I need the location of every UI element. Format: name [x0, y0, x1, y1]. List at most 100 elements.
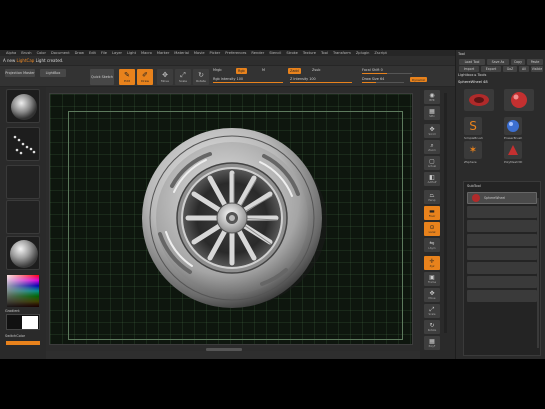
floor-button[interactable]: ▬ Floor — [424, 206, 440, 220]
subtool-item[interactable] — [467, 276, 537, 288]
menu-render[interactable]: Render — [251, 51, 264, 55]
subtool-item[interactable] — [467, 262, 537, 274]
menu-brush[interactable]: Brush — [21, 51, 31, 55]
standard-brush-icon — [11, 94, 37, 120]
zadd-toggle[interactable]: Zadd — [288, 68, 301, 74]
stroke-thumbnail[interactable] — [6, 127, 40, 161]
sphere-wheel-tool[interactable] — [504, 89, 534, 111]
subtool-title[interactable]: SubTool — [467, 184, 481, 188]
subtool-item[interactable] — [467, 206, 537, 218]
draw-size-slider[interactable]: Draw Size 64 — [362, 77, 404, 83]
rgb-toggle[interactable]: Rgb — [236, 68, 247, 74]
menu-layer[interactable]: Layer — [112, 51, 122, 55]
menu-alpha[interactable]: Alpha — [6, 51, 16, 55]
rotate-mode-button[interactable]: ↻ Rotate — [193, 69, 209, 85]
document-canvas[interactable] — [49, 93, 413, 345]
polyf-button[interactable]: ▦ PolyF — [424, 336, 440, 350]
texture-thumbnail[interactable] — [6, 200, 40, 234]
zoom-button[interactable]: ⌕ Zoom — [424, 140, 440, 154]
rgb-intensity-slider[interactable]: Rgb Intensity 100 — [213, 77, 283, 83]
rgb-intensity-label: Rgb Intensity 100 — [213, 77, 244, 81]
subtool-item[interactable] — [467, 220, 537, 232]
canvas-scrollbar[interactable] — [206, 348, 242, 351]
menu-color[interactable]: Color — [37, 51, 46, 55]
alternate-button[interactable] — [6, 341, 40, 345]
simple-brush-tool[interactable]: S — [464, 117, 482, 135]
edit-mode-button[interactable]: ✎ Edit — [119, 69, 135, 85]
eraser-brush-tool[interactable] — [504, 117, 522, 135]
scroll-button[interactable]: ✥ Scroll — [424, 124, 440, 138]
menu-macro[interactable]: Macro — [141, 51, 152, 55]
save-as-button[interactable]: Save As — [487, 59, 509, 65]
subtool-scrollbar[interactable] — [537, 198, 539, 348]
material-thumbnail[interactable] — [6, 236, 40, 270]
menu-movie[interactable]: Movie — [194, 51, 205, 55]
draw-mode-button[interactable]: ✐ Draw — [137, 69, 153, 85]
color-swatches[interactable] — [6, 314, 40, 330]
menu-zplugin[interactable]: Zplugin — [356, 51, 370, 55]
dynamic-toggle[interactable]: Dynamic — [410, 77, 428, 82]
lightbox-button[interactable]: LightBox — [40, 69, 66, 77]
menu-light[interactable]: Light — [127, 51, 136, 55]
bpr-button[interactable]: ◉ BPR — [424, 90, 440, 104]
menu-stencil[interactable]: Stencil — [269, 51, 281, 55]
local-button[interactable]: ⊙ Local — [424, 222, 440, 236]
projection-master-button[interactable]: Projection Master — [5, 69, 35, 77]
right-shelf-scrollbar[interactable] — [444, 93, 447, 333]
subtool-item[interactable] — [467, 234, 537, 246]
subtool-item[interactable] — [467, 248, 537, 260]
export-button[interactable]: Export — [481, 66, 501, 72]
zsub-toggle[interactable]: Zsub — [312, 68, 326, 73]
color-picker[interactable] — [6, 274, 40, 308]
switch-color-label[interactable]: SwitchColor — [5, 334, 25, 338]
subtool-item[interactable] — [467, 290, 537, 302]
scale-button[interactable]: ⤢ Scale — [424, 304, 440, 318]
m-toggle[interactable]: M — [262, 68, 270, 73]
copy-tool-button[interactable]: Copy — [511, 59, 525, 65]
menu-picker[interactable]: Picker — [210, 51, 221, 55]
rotate-button[interactable]: ↻ Rotate — [424, 320, 440, 334]
lsym-button[interactable]: ⇋ LSym — [424, 238, 440, 252]
z-intensity-slider[interactable]: Z Intensity 100 — [290, 77, 352, 83]
subtool-item[interactable]: SphereWheel — [467, 192, 537, 204]
aahalf-button[interactable]: ◧ AAHalf — [424, 172, 440, 186]
xyz-button[interactable]: ✛ Xyz — [424, 256, 440, 270]
frame-button[interactable]: ▣ Frame — [424, 272, 440, 286]
focal-shift-slider[interactable]: Focal Shift 0 — [362, 68, 412, 74]
alpha-thumbnail[interactable] — [6, 165, 40, 199]
menu-document[interactable]: Document — [51, 51, 70, 55]
menu-draw[interactable]: Draw — [75, 51, 84, 55]
menu-tool[interactable]: Tool — [321, 51, 328, 55]
persp-button[interactable]: ⏢ Persp — [424, 190, 440, 204]
visible-button[interactable]: Visible — [531, 66, 543, 72]
menu-edit[interactable]: Edit — [89, 51, 96, 55]
all-button[interactable]: All — [519, 66, 529, 72]
brush-thumbnail[interactable] — [6, 89, 40, 123]
mrgb-toggle[interactable]: Mrgb — [213, 68, 233, 73]
menu-file[interactable]: File — [101, 51, 107, 55]
zsphere-tool[interactable]: ✶ — [464, 141, 482, 159]
polymesh-tool[interactable] — [504, 141, 522, 159]
menu-texture[interactable]: Texture — [303, 51, 316, 55]
secondary-color-swatch[interactable] — [22, 316, 38, 329]
spix-button[interactable]: ▦ SPix — [424, 106, 440, 120]
menu-marker[interactable]: Marker — [157, 51, 169, 55]
menu-stroke[interactable]: Stroke — [286, 51, 297, 55]
current-tool-thumbnail[interactable] — [464, 89, 494, 111]
scale-mode-button[interactable]: ⤢ Scale — [175, 69, 191, 85]
palette-title[interactable]: Tool — [458, 52, 465, 56]
menu-transform[interactable]: Transform — [333, 51, 351, 55]
move-mode-button[interactable]: ✥ Move — [157, 69, 173, 85]
actual-button[interactable]: ▢ Actual — [424, 156, 440, 170]
quick-sketch-button[interactable]: Quick Sketch — [90, 69, 114, 85]
paste-tool-button[interactable]: Paste — [527, 59, 543, 65]
load-tool-button[interactable]: Load Tool — [459, 59, 485, 65]
move-button[interactable]: ✥ Move — [424, 288, 440, 302]
menu-zscript[interactable]: Zscript — [374, 51, 386, 55]
canvas-area[interactable] — [46, 87, 420, 351]
import-button[interactable]: Import — [459, 66, 479, 72]
lightbox-tools-link[interactable]: Lightbox ▸ Tools — [458, 73, 486, 77]
goz-button[interactable]: GoZ — [503, 66, 517, 72]
menu-material[interactable]: Material — [174, 51, 189, 55]
menu-preferences[interactable]: Preferences — [225, 51, 246, 55]
